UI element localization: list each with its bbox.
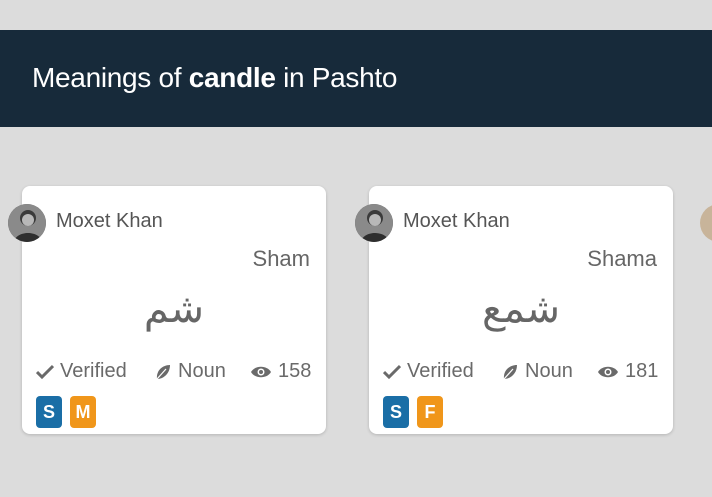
badges: S F bbox=[383, 396, 443, 428]
next-card-avatar bbox=[700, 204, 712, 242]
transliteration: Sham bbox=[252, 246, 310, 271]
meta-row: Verified Noun 181 bbox=[383, 360, 659, 383]
avatar[interactable] bbox=[8, 204, 46, 242]
transliteration: Shama bbox=[587, 246, 657, 271]
check-icon bbox=[36, 364, 54, 380]
leaf-icon bbox=[154, 363, 172, 381]
verified-status: Verified bbox=[383, 360, 501, 383]
badges: S M bbox=[36, 396, 96, 428]
verified-label: Verified bbox=[60, 360, 127, 382]
verified-status: Verified bbox=[36, 360, 154, 383]
author-name[interactable]: Moxet Khan bbox=[403, 210, 510, 233]
avatar[interactable] bbox=[355, 204, 393, 242]
native-word: شم bbox=[143, 286, 205, 332]
part-of-speech: Noun bbox=[501, 360, 597, 383]
badge-masculine: M bbox=[70, 396, 96, 428]
badge-singular: S bbox=[36, 396, 62, 428]
page-header: Meanings of candle in Pashto bbox=[0, 30, 712, 127]
badge-feminine: F bbox=[417, 396, 443, 428]
views-value: 181 bbox=[625, 360, 659, 382]
eye-icon bbox=[597, 365, 619, 379]
title-prefix: Meanings of bbox=[32, 62, 189, 93]
title-word: candle bbox=[188, 62, 276, 93]
meta-row: Verified Noun 158 bbox=[36, 360, 312, 383]
views-value: 158 bbox=[278, 360, 312, 382]
verified-label: Verified bbox=[407, 360, 474, 382]
meaning-card[interactable]: Moxet Khan Sham شم Verified Noun 158 S M bbox=[8, 186, 326, 434]
part-of-speech-label: Noun bbox=[178, 360, 226, 382]
eye-icon bbox=[250, 365, 272, 379]
part-of-speech-label: Noun bbox=[525, 360, 573, 382]
native-word: شمع bbox=[482, 286, 560, 332]
part-of-speech: Noun bbox=[154, 360, 250, 383]
title-suffix: in Pashto bbox=[275, 62, 398, 93]
views-count: 158 bbox=[250, 360, 311, 383]
meaning-card[interactable]: Moxet Khan Shama شمع Verified Noun 181 S… bbox=[355, 186, 673, 434]
author-name[interactable]: Moxet Khan bbox=[56, 210, 163, 233]
views-count: 181 bbox=[597, 360, 658, 383]
check-icon bbox=[383, 364, 401, 380]
badge-singular: S bbox=[383, 396, 409, 428]
page-title: Meanings of candle in Pashto bbox=[32, 58, 397, 98]
leaf-icon bbox=[501, 363, 519, 381]
